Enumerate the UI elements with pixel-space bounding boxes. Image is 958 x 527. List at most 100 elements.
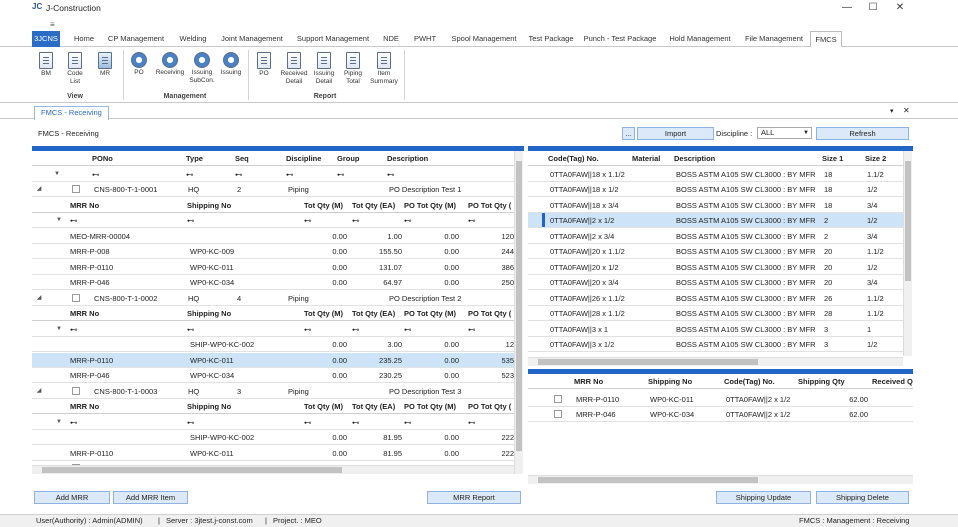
child-filter-row[interactable]: ▼ ⊷ ⊷ ⊷ ⊷ ⊷ ⊷ (32, 213, 514, 228)
tab-nde[interactable]: NDE (378, 31, 404, 47)
row-checkbox[interactable] (554, 410, 562, 418)
shipping-row[interactable]: MRR-P-046 WP0-KC-034 0TTA0FAW||2 x 1/2 62.0… (528, 407, 913, 422)
tab-fmcs-receiving[interactable]: FMCS - Receiving (34, 106, 109, 120)
tab-support-management[interactable]: Support Management (292, 31, 374, 47)
tab-file-management[interactable]: File Management (740, 31, 808, 47)
item-row[interactable]: 0TTA0FAW||2 x 3/4 BOSS ASTM A105 SW CL300… (528, 229, 903, 244)
filter-cell[interactable]: ⊷ (404, 322, 464, 337)
issuing-detail-button[interactable]: Issuing Detail (311, 52, 337, 86)
filter-cell[interactable]: ⊷ (304, 213, 349, 228)
item-row[interactable]: 0TTA0FAW||2 x 1/2 BOSS ASTM A105 SW CL300… (528, 213, 903, 228)
doc-close-icon[interactable]: ✕ (903, 106, 910, 115)
filter-cell[interactable]: ⊷ (187, 213, 297, 228)
item-row[interactable]: 0TTA0FAW||26 x 1.1/2 BOSS ASTM A105 SW CL… (528, 291, 903, 306)
filter-cell[interactable]: ⊷ (468, 213, 514, 228)
po-grid-hscroll[interactable] (32, 465, 514, 474)
filter-cell[interactable]: ⊷ (468, 322, 514, 337)
po-row[interactable]: ◢ CNS-800-T-1-0002 HQ 4 Piping PO Description… (32, 291, 514, 306)
receiving-button[interactable]: Receiving (154, 52, 186, 77)
expand-icon[interactable]: ◢ (34, 291, 44, 306)
filter-row[interactable]: ▼ ⊷ ⊷ ⊷ ⊷ ⊷ ⊷ (32, 166, 514, 182)
po-row[interactable]: ◢ CNS-800-T-1-0001 HQ 2 Piping PO Description… (32, 182, 514, 197)
filter-cell[interactable]: ⊷ (304, 415, 349, 430)
item-row[interactable]: 0TTA0FAW||20 x 1/2 BOSS ASTM A105 SW CL30… (528, 260, 903, 275)
tab-welding[interactable]: Welding (174, 31, 212, 47)
filter-cell[interactable]: ⊷ (70, 213, 185, 228)
filter-cell[interactable]: ⊷ (286, 167, 336, 182)
tab-cp-management[interactable]: CP Management (104, 31, 168, 47)
item-row[interactable]: 0TTA0FAW||3 x 1 BOSS ASTM A105 SW CL3000 … (528, 322, 903, 337)
filter-cell[interactable]: ⊷ (70, 415, 185, 430)
item-row[interactable]: 0TTA0FAW||20 x 3/4 BOSS ASTM A105 SW CL30… (528, 275, 903, 290)
item-grid-vscroll[interactable] (903, 151, 912, 356)
filter-cell[interactable]: ⊷ (468, 415, 514, 430)
tab-fmcs[interactable]: FMCS (810, 31, 842, 48)
filter-cell[interactable]: ⊷ (70, 322, 185, 337)
filter-cell[interactable]: ⊷ (337, 167, 383, 182)
child-row[interactable]: SHIP-WP0-KC-002 0.00 3.00 0.00 12 (32, 337, 514, 352)
row-checkbox[interactable] (72, 386, 80, 395)
row-checkbox[interactable] (554, 394, 562, 403)
child-filter-row[interactable]: ▼ ⊷ ⊷ ⊷ ⊷ ⊷ ⊷ (32, 414, 514, 430)
filter-cell[interactable]: ⊷ (387, 167, 437, 182)
tab-test-package[interactable]: Test Package (526, 31, 576, 47)
quick-access-menu-icon[interactable]: ≡ (50, 20, 55, 29)
filter-cell[interactable]: ⊷ (186, 167, 232, 182)
tab-hold-management[interactable]: Hold Management (664, 31, 736, 47)
tab-spool-management[interactable]: Spool Management (446, 31, 522, 47)
expand-icon[interactable]: ◢ (34, 182, 44, 197)
tab-3jcns[interactable]: 3JCNS (32, 31, 60, 47)
child-row[interactable]: SHIP-WP0-KC-002 0.00 81.95 0.00 222 (32, 430, 514, 445)
child-filter-row[interactable]: ▼ ⊷ ⊷ ⊷ ⊷ ⊷ ⊷ (32, 321, 514, 337)
filter-cell[interactable]: ⊷ (352, 322, 402, 337)
add-mrr-button[interactable]: Add MRR (34, 491, 110, 504)
discipline-select[interactable]: ALL ▼ (757, 127, 812, 139)
filter-cell[interactable]: ⊷ (235, 167, 281, 182)
row-checkbox[interactable] (72, 293, 80, 302)
tab-pwht[interactable]: PWHT (410, 31, 440, 47)
child-row[interactable]: MRR-P-046 WP0-KC-034 0.00 230.25 0.00 523 (32, 368, 514, 383)
tab-punch-test-package[interactable]: Punch - Test Package (582, 31, 658, 47)
item-summary-button[interactable]: Item Summary (368, 52, 400, 86)
bm-button[interactable]: BM (36, 52, 56, 78)
row-checkbox[interactable] (72, 185, 80, 193)
issuing-subcon-button[interactable]: Issuing SubCon. (188, 52, 216, 85)
expand-icon[interactable]: ◢ (34, 384, 44, 399)
tab-joint-management[interactable]: Joint Management (218, 31, 286, 47)
filter-cell[interactable]: ⊷ (187, 415, 297, 430)
po-button[interactable]: PO (129, 52, 149, 77)
item-row[interactable]: 0TTA0FAW||3 x 1/2 BOSS ASTM A105 SW CL300… (528, 337, 903, 352)
item-row[interactable]: 0TTA0FAW||18 x 1/2 BOSS ASTM A105 SW CL30… (528, 182, 903, 197)
doc-menu-icon[interactable]: ▾ (890, 107, 894, 115)
refresh-button[interactable]: Refresh (816, 127, 909, 140)
code-list-button[interactable]: Code List (62, 52, 88, 86)
po-grid-vscroll[interactable] (514, 151, 523, 474)
filter-cell[interactable]: ⊷ (187, 322, 297, 337)
add-mrr-item-button[interactable]: Add MRR Item (113, 491, 188, 504)
filter-cell[interactable]: ⊷ (304, 322, 349, 337)
more-button[interactable]: ... (622, 127, 635, 140)
shipping-grid-hscroll[interactable] (528, 475, 913, 484)
child-row[interactable]: MRR-P-0110 WP0-KC-011 0.00 81.95 0.00 222 (32, 446, 514, 461)
report-po-button[interactable]: PO (254, 52, 274, 78)
item-grid-hscroll[interactable] (528, 357, 903, 366)
item-row[interactable]: 0TTA0FAW||28 x 1.1/2 BOSS ASTM A105 SW CL… (528, 306, 903, 321)
mr-button[interactable]: MR (95, 52, 115, 78)
child-row[interactable]: MRR-P-008 WP0-KC-009 0.00 155.50 0.00 244 (32, 244, 514, 259)
shipping-update-button[interactable]: Shipping Update (716, 491, 811, 504)
child-row[interactable]: MEO-MRR-00004 0.00 1.00 0.00 120 (32, 229, 514, 244)
shipping-delete-button[interactable]: Shipping Delete (816, 491, 909, 504)
mrr-report-button[interactable]: MRR Report (427, 491, 521, 504)
po-row[interactable]: ◢ CNS-800-T-1-0003 HQ 3 Piping PO Description… (32, 384, 514, 399)
close-button[interactable]: ✕ (885, 0, 915, 16)
filter-cell[interactable]: ⊷ (352, 213, 402, 228)
item-row[interactable]: 0TTA0FAW||18 x 3/4 BOSS ASTM A105 SW CL30… (528, 198, 903, 213)
item-row[interactable]: 0TTA0FAW||18 x 1.1/2 BOSS ASTM A105 SW CL… (528, 167, 903, 182)
filter-cell[interactable]: ⊷ (404, 415, 464, 430)
filter-cell[interactable]: ⊷ (352, 415, 402, 430)
tab-home[interactable]: Home (70, 31, 98, 47)
child-row[interactable]: MRR-P-046 WP0-KC-034 0.00 64.97 0.00 250 (32, 275, 514, 290)
received-detail-button[interactable]: Received Detail (279, 52, 309, 86)
import-button[interactable]: Import (637, 127, 714, 140)
issuing-button[interactable]: Issuing (218, 52, 244, 77)
